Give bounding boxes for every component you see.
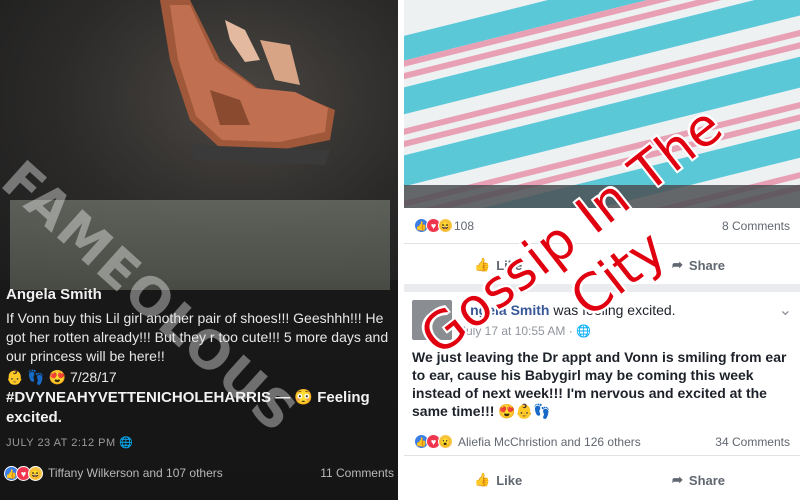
post-text: We just leaving the Dr appt and Vonn is … — [412, 349, 787, 419]
wow-reaction-icon: 😮 — [438, 434, 453, 449]
globe-icon: 🌐 — [119, 437, 134, 449]
baby-sandal-image — [160, 0, 335, 165]
share-label: Share — [688, 472, 726, 488]
left-reaction-bar: 👍 ♥ 😆 Tiffany Wilkerson and 107 others 1… — [4, 462, 396, 484]
share-arrow-icon: ➦ — [672, 472, 683, 487]
reaction-icons[interactable]: 👍 ♥ 😆 — [414, 218, 453, 233]
comments-count[interactable]: 34 Comments — [715, 435, 790, 449]
post-emoji-date: 👶 👣 😍 7/28/17 — [6, 369, 117, 385]
chevron-down-icon[interactable]: ⌄ — [779, 300, 792, 320]
like-button[interactable]: 👍 Like — [474, 472, 522, 488]
reaction-names[interactable]: Tiffany Wilkerson and 107 others — [48, 466, 223, 480]
share-button[interactable]: ➦ Share — [672, 257, 725, 273]
share-button[interactable]: ➦ Share — [672, 472, 725, 488]
comments-count[interactable]: 8 Comments — [722, 219, 790, 233]
globe-icon: 🌐 — [576, 324, 592, 338]
reaction-icons[interactable]: 👍 ♥ 😆 — [4, 465, 43, 481]
left-post-body: Angela Smith If Vonn buy this Lil girl a… — [6, 286, 394, 449]
activity-prefix: was — [553, 302, 579, 318]
thumbs-up-icon: 👍 — [474, 472, 491, 487]
post-timestamp[interactable]: JULY 23 AT 2:12 PM 🌐 — [6, 436, 394, 449]
share-label: Share — [688, 257, 726, 273]
reaction-names[interactable]: Aliefia McChristion and 126 others — [458, 435, 641, 449]
status-post-reaction-bar: 👍 ♥ 😮 Aliefia McChristion and 126 others… — [404, 428, 800, 456]
timestamp-text: JULY 23 AT 2:12 PM — [6, 437, 116, 449]
like-label: Like — [496, 472, 523, 488]
reaction-icons[interactable]: 👍 ♥ 😮 — [414, 434, 453, 449]
left-story-screenshot: FAMEOLOUS Angela Smith If Vonn buy this … — [0, 0, 398, 500]
post-hashtag-feeling: #DVYNEAHYVETTENICHOLEHARRIS — 😳 Feeling … — [6, 389, 370, 426]
comments-count[interactable]: 11 Comments — [320, 466, 394, 480]
post-text: If Vonn buy this Lil girl another pair o… — [6, 310, 389, 364]
post-author[interactable]: Angela Smith — [6, 286, 394, 303]
haha-reaction-icon: 😆 — [28, 465, 43, 481]
haha-reaction-icon: 😆 — [438, 218, 453, 233]
status-post-actions: 👍 Like ➦ Share — [404, 468, 800, 496]
reaction-count[interactable]: 108 — [454, 219, 474, 233]
